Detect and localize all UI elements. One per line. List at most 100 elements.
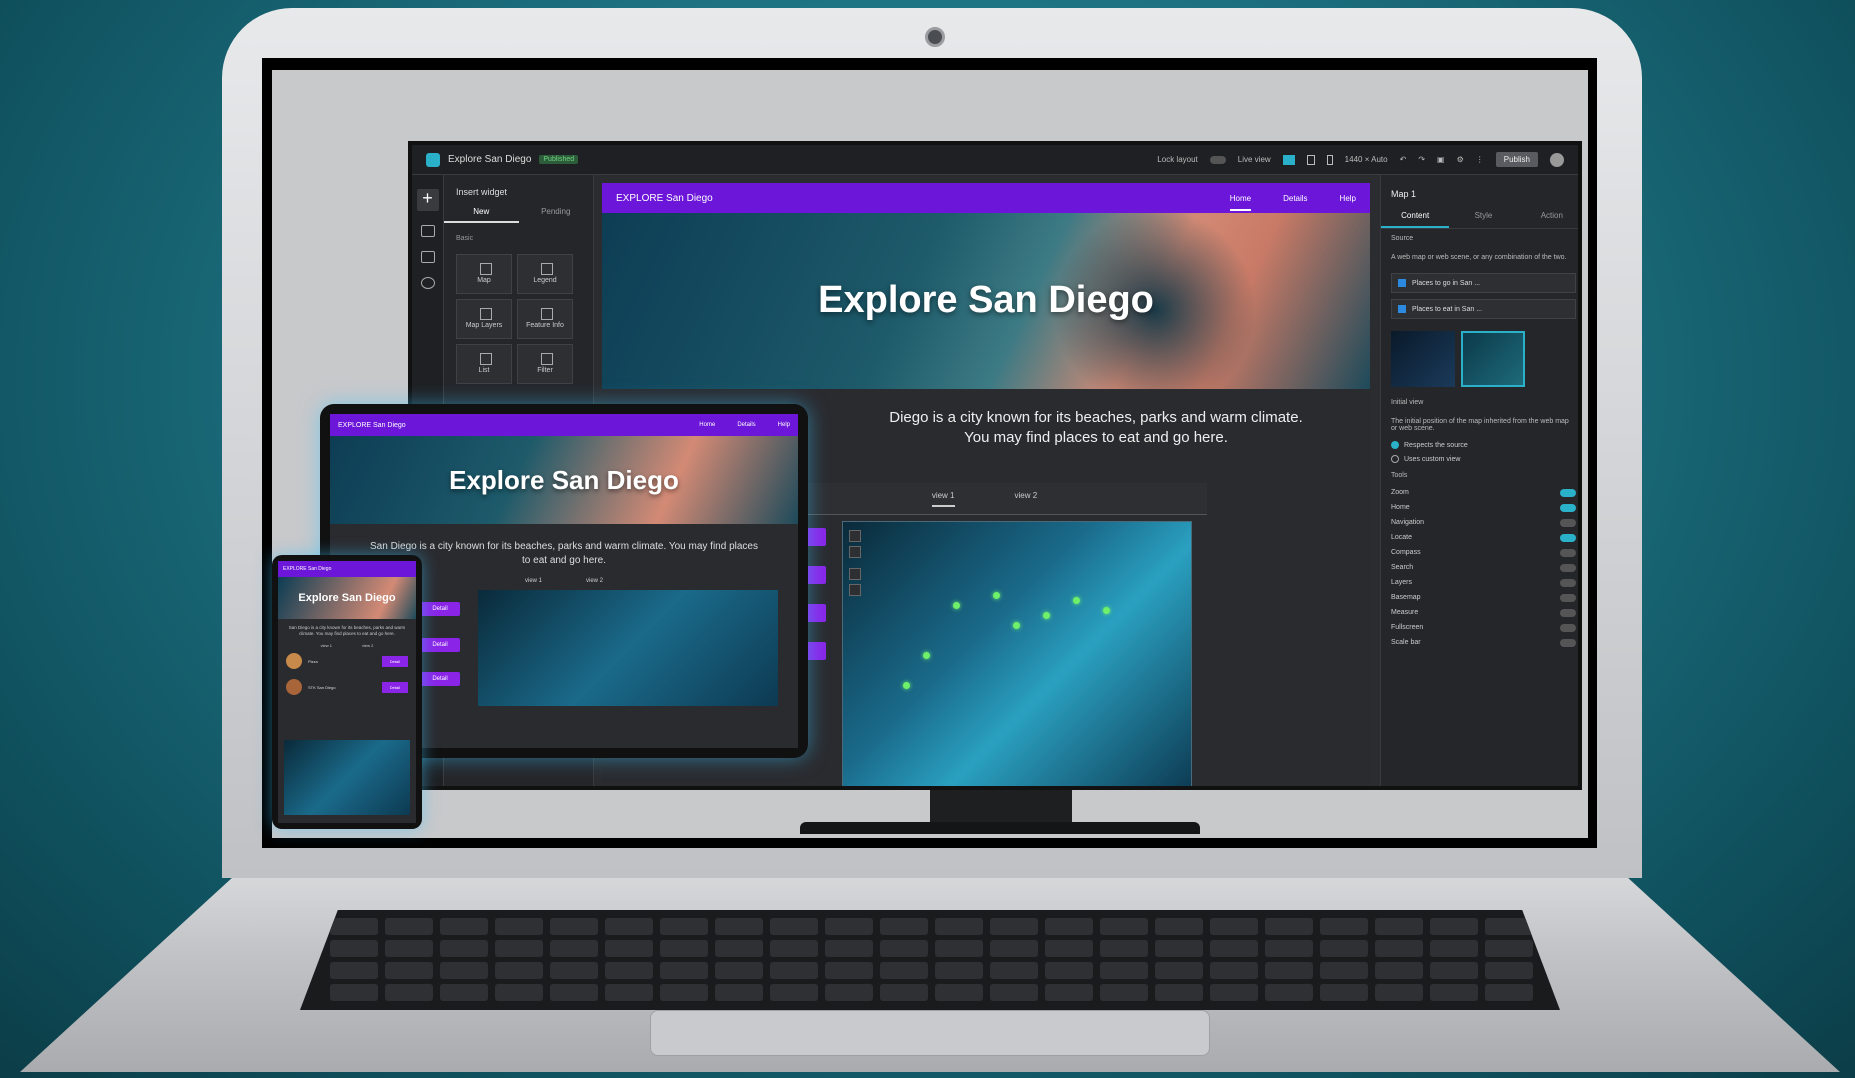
tool-row: Scale bar	[1381, 635, 1578, 650]
tab-content[interactable]: Content	[1381, 211, 1450, 228]
phone-map[interactable]	[284, 740, 410, 815]
radio-label: Respects the source	[1404, 441, 1468, 449]
view-tabs: view 1 view 2	[762, 483, 1207, 515]
tool-label: Measure	[1391, 609, 1419, 616]
keyboard-key	[1155, 918, 1203, 935]
redo-icon[interactable]: ↷	[1418, 155, 1425, 164]
map-pin[interactable]	[903, 682, 910, 689]
keyboard-key	[990, 962, 1038, 979]
map-pin[interactable]	[1073, 597, 1080, 604]
zoom-out-icon[interactable]	[849, 546, 861, 558]
monitor-stand-base	[800, 822, 1200, 834]
map-pin[interactable]	[923, 652, 930, 659]
keyboard-key	[660, 984, 708, 1001]
tool-toggle[interactable]	[1560, 548, 1576, 557]
widget-filter[interactable]: Filter	[517, 344, 573, 384]
live-view-button[interactable]: Live view	[1238, 155, 1271, 164]
lock-layout-toggle[interactable]	[1209, 155, 1226, 164]
insert-widget-icon[interactable]: +	[416, 189, 439, 211]
tab-view-1[interactable]: view 1	[931, 491, 955, 507]
page-icon[interactable]	[420, 225, 435, 237]
screen-size-select[interactable]: 1440 × Auto	[1345, 155, 1388, 164]
tool-toggle[interactable]	[1560, 518, 1576, 527]
builder-header: Explore San Diego Published Lock layout …	[412, 145, 1578, 175]
widget-map[interactable]: Map	[456, 254, 512, 294]
radio-custom-view[interactable]: Uses custom view	[1381, 452, 1578, 466]
desktop-view-icon[interactable]	[1282, 154, 1295, 165]
compass-icon[interactable]	[849, 568, 861, 580]
tab-pending[interactable]: Pending	[519, 207, 594, 223]
widget-map-layers[interactable]: Map Layers	[456, 299, 512, 339]
more-menu-icon[interactable]: ⋮	[1476, 155, 1484, 164]
tool-label: Navigation	[1391, 519, 1425, 526]
tab-style[interactable]: Style	[1449, 211, 1517, 228]
map-pin[interactable]	[1013, 622, 1020, 629]
map-thumbnail-selected[interactable]	[1461, 331, 1525, 387]
user-avatar[interactable]	[1550, 152, 1564, 167]
tool-toggle[interactable]	[1560, 623, 1576, 632]
phone-tab-view-2[interactable]: view 2	[362, 643, 373, 648]
tablet-detail-button[interactable]: Detail	[420, 638, 460, 652]
keyboard-key	[770, 918, 818, 935]
phone-list-item[interactable]: Pizza Detail	[278, 648, 416, 674]
locate-icon[interactable]	[849, 584, 861, 596]
keyboard-key	[1210, 962, 1258, 979]
keyboard-key	[1430, 962, 1478, 979]
tablet-tab-view-2[interactable]: view 2	[586, 578, 603, 584]
phone-header: EXPLORE San Diego	[278, 561, 416, 577]
tab-new[interactable]: New	[444, 207, 519, 223]
tool-toggle[interactable]	[1560, 563, 1576, 572]
map-pin[interactable]	[993, 592, 1000, 599]
tool-toggle[interactable]	[1560, 488, 1576, 497]
phone-detail-button[interactable]: Detail	[381, 655, 408, 667]
phone-screen: EXPLORE San Diego Explore San Diego San …	[278, 561, 416, 823]
tablet-nav-help[interactable]: Help	[778, 422, 790, 428]
nav-details[interactable]: Details	[1283, 194, 1307, 203]
keyboard-key	[1265, 984, 1313, 1001]
tablet-map[interactable]	[478, 590, 778, 706]
settings-gear-icon[interactable]: ⚙	[1457, 155, 1464, 164]
widget-list[interactable]: List	[456, 344, 512, 384]
tool-toggle[interactable]	[1560, 608, 1576, 617]
map-pin[interactable]	[1103, 607, 1110, 614]
tablet-nav-home[interactable]: Home	[699, 422, 715, 428]
data-icon[interactable]	[420, 251, 435, 263]
tablet-nav-details[interactable]: Details	[737, 422, 755, 428]
tool-toggle[interactable]	[1560, 533, 1576, 542]
place-name: STK San Diego	[308, 684, 336, 690]
zoom-in-icon[interactable]	[849, 530, 861, 542]
radio-respects-source[interactable]: Respects the source	[1381, 438, 1578, 452]
keyboard-key	[385, 918, 433, 935]
tool-toggle[interactable]	[1560, 593, 1576, 602]
widget-legend[interactable]: Legend	[517, 254, 573, 294]
phone-view-icon[interactable]	[1326, 154, 1333, 165]
phone-detail-button[interactable]: Detail	[381, 681, 408, 693]
undo-icon[interactable]: ↶	[1400, 155, 1407, 164]
phone-tab-view-1[interactable]: view 1	[321, 643, 332, 648]
theme-icon[interactable]	[420, 277, 435, 289]
tablet-tab-view-1[interactable]: view 1	[525, 578, 542, 584]
source-item[interactable]: Places to go in San ...	[1391, 273, 1576, 293]
map-pin[interactable]	[953, 602, 960, 609]
keyboard-key	[550, 940, 598, 957]
nav-home[interactable]: Home	[1229, 194, 1252, 211]
keyboard-key	[1375, 962, 1423, 979]
nav-help[interactable]: Help	[1340, 194, 1356, 203]
map-3d-view[interactable]	[842, 521, 1192, 786]
tablet-detail-button[interactable]: Detail	[420, 672, 460, 686]
save-icon[interactable]: ▣	[1437, 155, 1445, 164]
tool-label: Scale bar	[1391, 639, 1421, 646]
tool-toggle[interactable]	[1560, 578, 1576, 587]
tablet-view-icon[interactable]	[1306, 154, 1315, 165]
tool-toggle[interactable]	[1560, 503, 1576, 512]
tablet-detail-button[interactable]: Detail	[420, 602, 460, 616]
publish-button[interactable]: Publish	[1495, 152, 1538, 167]
phone-list-item[interactable]: STK San Diego Detail	[278, 674, 416, 700]
tab-view-2[interactable]: view 2	[1015, 491, 1038, 514]
map-thumbnail[interactable]	[1391, 331, 1455, 387]
map-pin[interactable]	[1043, 612, 1050, 619]
source-item[interactable]: Places to eat in San ...	[1391, 299, 1576, 319]
widget-feature-info[interactable]: Feature Info	[517, 299, 573, 339]
tool-toggle[interactable]	[1560, 638, 1576, 647]
tab-action[interactable]: Action	[1518, 211, 1578, 228]
